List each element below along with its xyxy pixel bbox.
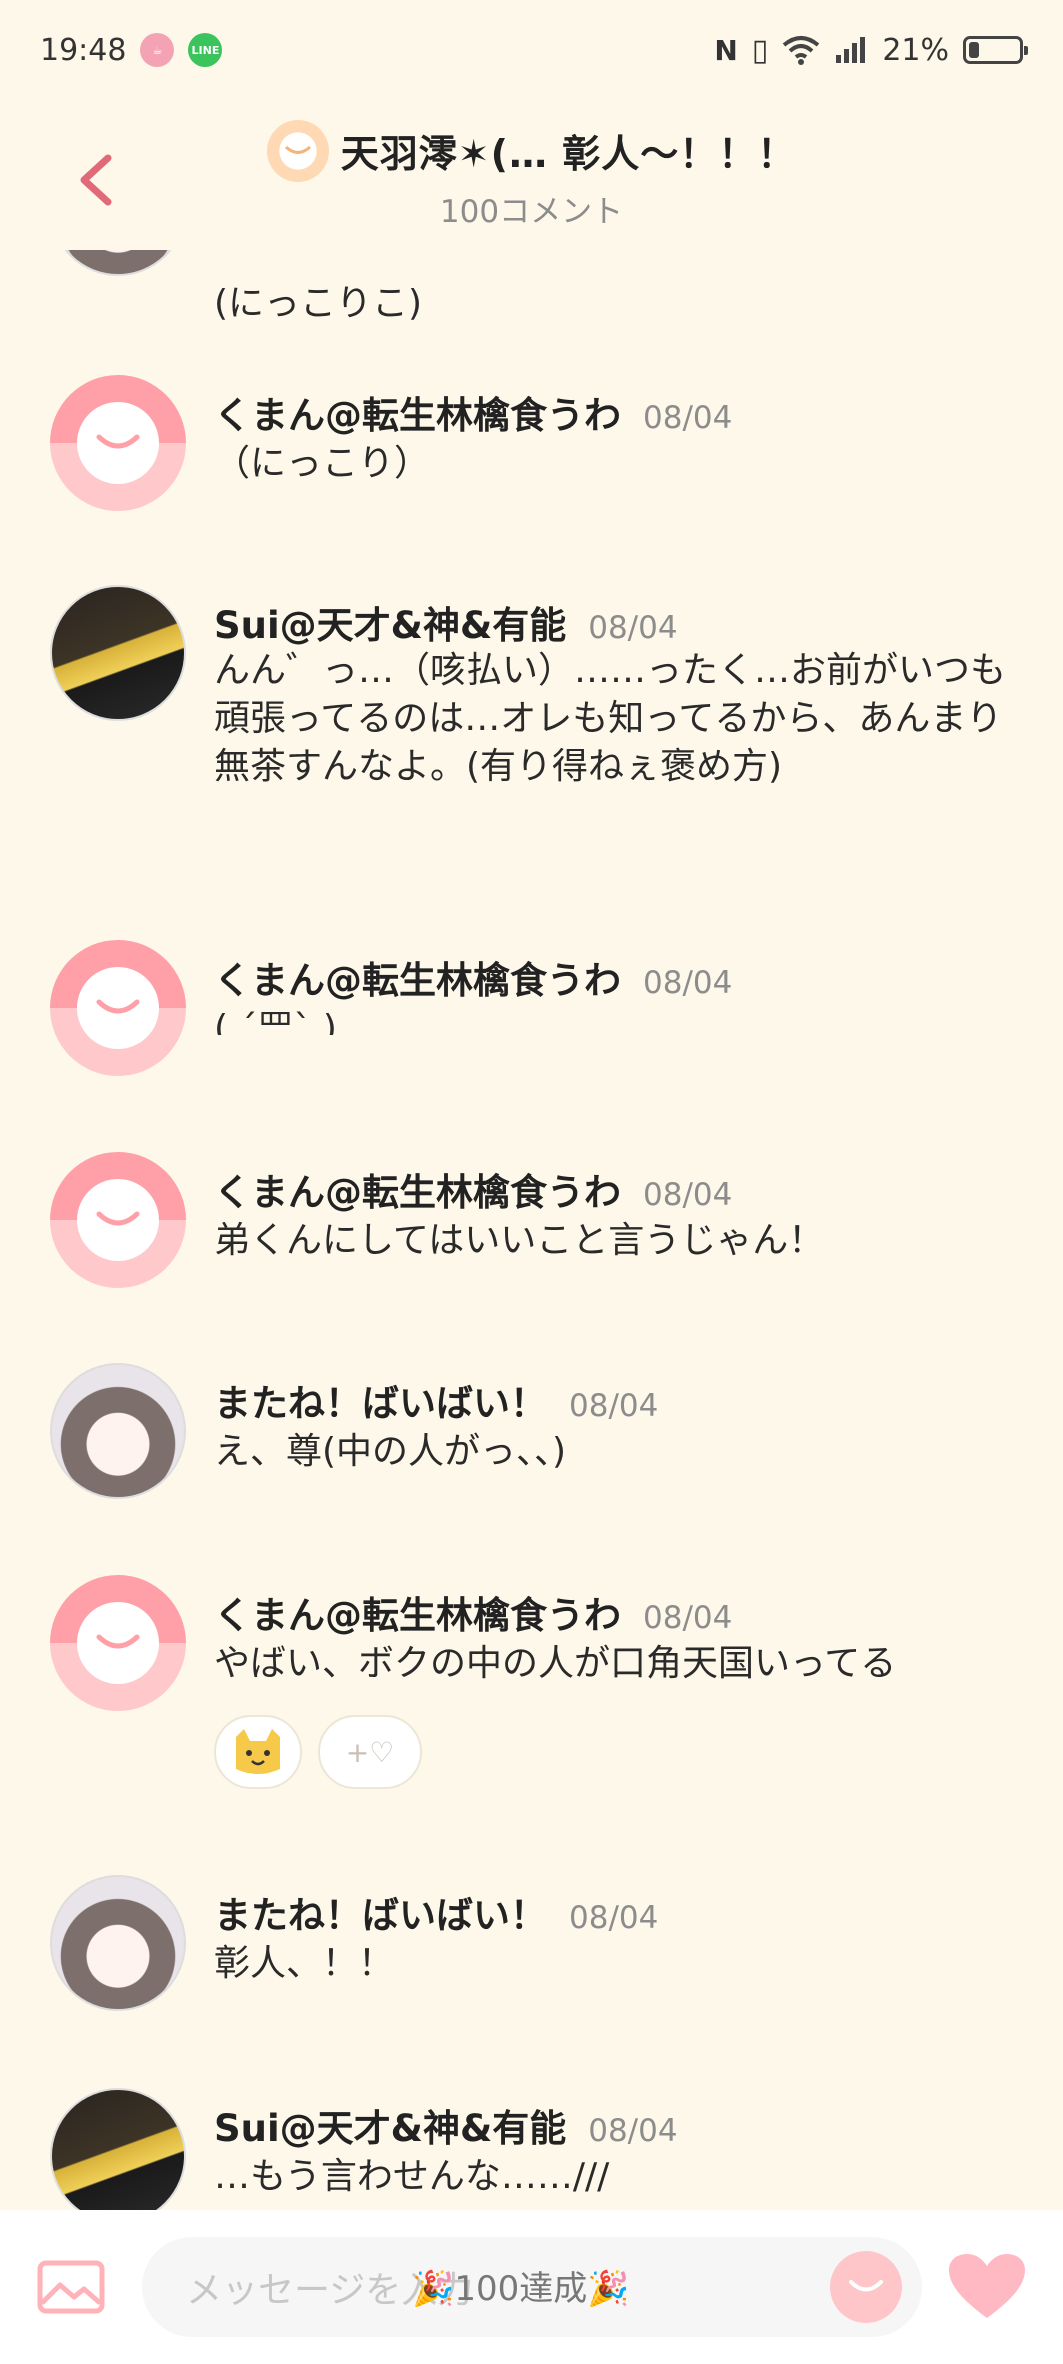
wifi-icon [783, 36, 820, 65]
message-text: んん゛っ…（咳払い）……ったく…お前がいつも頑張ってるのは…オレも知ってるから、… [214, 650, 1007, 787]
avatar[interactable] [50, 585, 186, 721]
message-date: 08/04 [643, 1600, 733, 1636]
room-avatar[interactable] [266, 119, 329, 182]
message-text: （にっこり） [214, 443, 431, 484]
sender-name[interactable]: またね！ばいばい！ [214, 1373, 547, 1427]
message-text: 弟くんにしてはいいこと言うじゃん！ [214, 1220, 825, 1261]
reaction-row: +♡ [214, 1715, 422, 1789]
message-date: 08/04 [643, 400, 733, 436]
message-date: 08/04 [643, 965, 733, 1001]
message-feed[interactable]: (にっこりこ) くまん@転生林檎食うわ 08/04 （にっこり） Sui@天才&… [0, 250, 1063, 2210]
add-reaction-label: +♡ [345, 1735, 395, 1769]
avatar[interactable] [50, 1152, 186, 1288]
signal-icon [836, 37, 866, 63]
sender-name[interactable]: くまん@転生林檎食うわ [214, 950, 621, 1004]
sender-name[interactable]: くまん@転生林檎食うわ [214, 1162, 621, 1216]
avatar[interactable] [50, 375, 186, 511]
status-time: 19:48 [40, 32, 127, 68]
message-text: 彰人、！！ [214, 1943, 395, 1984]
add-reaction-button[interactable]: +♡ [318, 1715, 422, 1789]
message-composer: メッセージを入力 🎉100達成🎉 [0, 2210, 1063, 2364]
status-bar: 19:48 ☕ LINE N ▯ 21% [0, 0, 1063, 100]
message-text: やばい、ボクの中の人が口角天国いってる [214, 1643, 897, 1684]
image-picker-icon[interactable] [36, 2259, 106, 2315]
message-text: え、尊(中の人がっ、、) [214, 1431, 567, 1472]
sender-name[interactable]: Sui@天才&神&有能 [214, 2098, 566, 2152]
message-text: (にっこりこ) [214, 283, 423, 324]
chat-header: 天羽澪✶(… 彰人〜！！！ 100コメント [0, 100, 1063, 250]
room-title[interactable]: 天羽澪✶(… 彰人〜！！！ [341, 123, 796, 178]
sender-name[interactable]: くまん@転生林檎食うわ [214, 1585, 621, 1639]
message-text: …もう言わせんな……/// [214, 2156, 610, 2197]
avatar[interactable] [50, 2088, 186, 2210]
comment-count: 100コメント [439, 193, 624, 230]
message-input[interactable]: メッセージを入力 🎉100達成🎉 [142, 2237, 922, 2337]
message-date: 08/04 [569, 1388, 659, 1424]
vibrate-icon: ▯ [751, 32, 769, 68]
avatar[interactable] [50, 250, 186, 276]
smile-icon [849, 2280, 883, 2292]
message-date: 08/04 [588, 2113, 678, 2149]
message-text: ( ´罒` ) [214, 1008, 337, 1035]
stamp-button[interactable] [830, 2251, 902, 2323]
heart-icon [949, 2254, 1025, 2318]
cat-face-icon [236, 1729, 280, 1774]
sender-name[interactable]: Sui@天才&神&有能 [214, 595, 566, 649]
message-date: 08/04 [569, 1900, 659, 1936]
sender-name[interactable]: くまん@転生林檎食うわ [214, 385, 621, 439]
avatar[interactable] [50, 940, 186, 1076]
avatar[interactable] [50, 1875, 186, 2011]
reaction-cat-button[interactable] [214, 1715, 302, 1789]
avatar[interactable] [50, 1363, 186, 1499]
message-date: 08/04 [643, 1177, 733, 1213]
nfc-icon: N [714, 33, 738, 67]
like-button[interactable] [947, 2247, 1027, 2327]
back-arrow-icon[interactable] [70, 150, 120, 210]
milestone-badge: 🎉100達成🎉 [412, 2269, 630, 2309]
battery-icon [963, 36, 1028, 64]
line-app-icon: LINE [188, 33, 223, 67]
cup-app-icon: ☕ [140, 33, 175, 67]
avatar[interactable] [50, 1575, 186, 1711]
sender-name[interactable]: またね！ばいばい！ [214, 1885, 547, 1939]
message-date: 08/04 [588, 610, 678, 646]
battery-percent: 21% [882, 32, 949, 68]
